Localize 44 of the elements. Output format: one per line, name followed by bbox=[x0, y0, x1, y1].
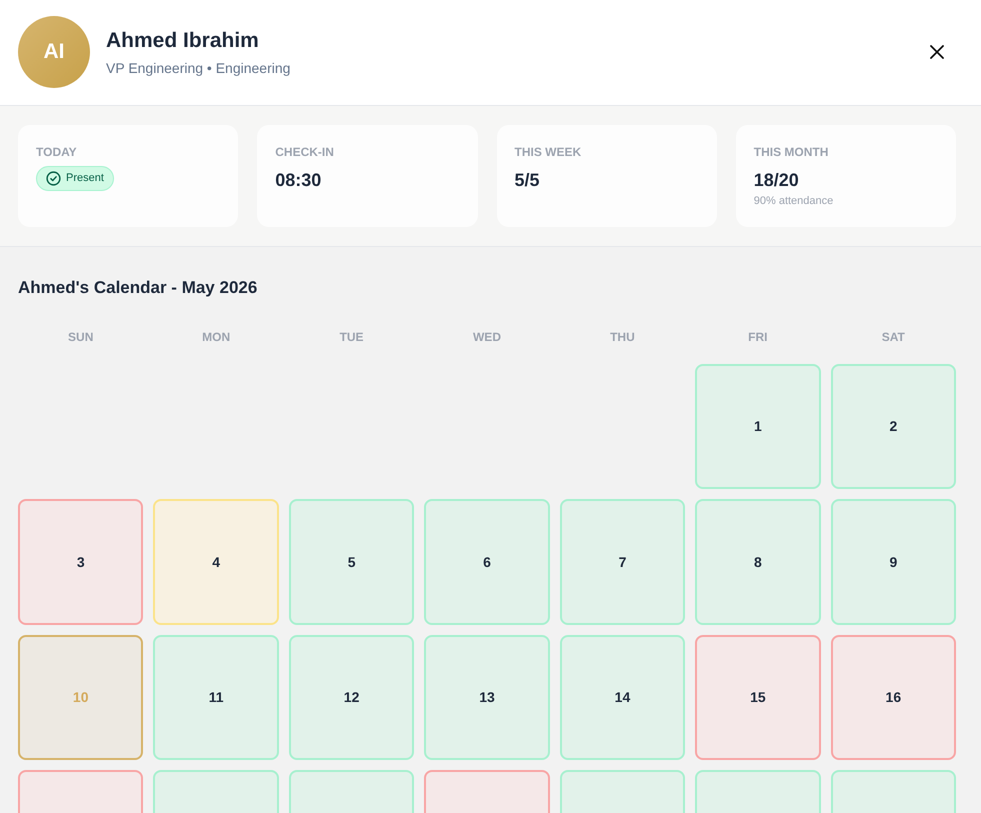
day-cell[interactable] bbox=[288, 770, 414, 813]
day-cell[interactable]: 7 bbox=[560, 499, 686, 625]
day-cell[interactable]: 1 bbox=[695, 364, 821, 490]
stat-label: THIS WEEK bbox=[514, 144, 582, 160]
day-cell[interactable]: 15 bbox=[695, 634, 821, 760]
day-cell[interactable]: 16 bbox=[830, 634, 956, 760]
calendar-title: Ahmed's Calendar - May 2026 bbox=[18, 278, 258, 298]
weekday-label: TUE bbox=[338, 329, 365, 345]
stat-label: CHECK-IN bbox=[275, 144, 335, 160]
day-cell[interactable]: 11 bbox=[153, 634, 279, 760]
day-cell[interactable] bbox=[18, 770, 144, 813]
day-cell[interactable] bbox=[424, 770, 550, 813]
employee-name: Ahmed Ibrahim bbox=[106, 28, 260, 54]
day-cell[interactable]: 13 bbox=[424, 634, 550, 760]
day-cell[interactable] bbox=[830, 770, 956, 813]
stat-label: THIS MONTH bbox=[754, 144, 830, 160]
day-cell[interactable]: 14 bbox=[560, 634, 686, 760]
weekday-label: WED bbox=[472, 329, 502, 345]
weekday-label: SAT bbox=[880, 329, 906, 345]
close-icon bbox=[930, 45, 944, 59]
day-cell[interactable]: 5 bbox=[288, 499, 414, 625]
day-cell[interactable]: 12 bbox=[288, 634, 414, 760]
day-cell[interactable]: 8 bbox=[695, 499, 821, 625]
weekday-label: SUN bbox=[67, 329, 94, 345]
weekday-label: MON bbox=[201, 329, 232, 345]
day-cell[interactable] bbox=[695, 770, 821, 813]
stat-note: 90% attendance bbox=[754, 194, 834, 208]
weekday-label: THU bbox=[609, 329, 636, 345]
stat-value: 5/5 bbox=[514, 169, 541, 192]
day-cell[interactable]: 6 bbox=[424, 499, 550, 625]
weekday-label: FRI bbox=[747, 329, 769, 345]
day-cell[interactable]: 2 bbox=[830, 364, 956, 490]
employee-subtitle: VP Engineering • Engineering bbox=[106, 58, 292, 76]
avatar: AI bbox=[18, 16, 90, 88]
check-circle-icon bbox=[46, 171, 61, 186]
stat-value: 08:30 bbox=[275, 169, 322, 192]
day-cell[interactable]: 3 bbox=[18, 499, 144, 625]
status-badge: Present bbox=[36, 166, 114, 191]
day-cell[interactable]: 4 bbox=[153, 499, 279, 625]
stat-label: TODAY bbox=[36, 144, 78, 160]
day-cell[interactable]: 9 bbox=[830, 499, 956, 625]
day-cell[interactable] bbox=[153, 770, 279, 813]
day-cell[interactable] bbox=[560, 770, 686, 813]
stat-value: 18/20 bbox=[754, 169, 800, 192]
